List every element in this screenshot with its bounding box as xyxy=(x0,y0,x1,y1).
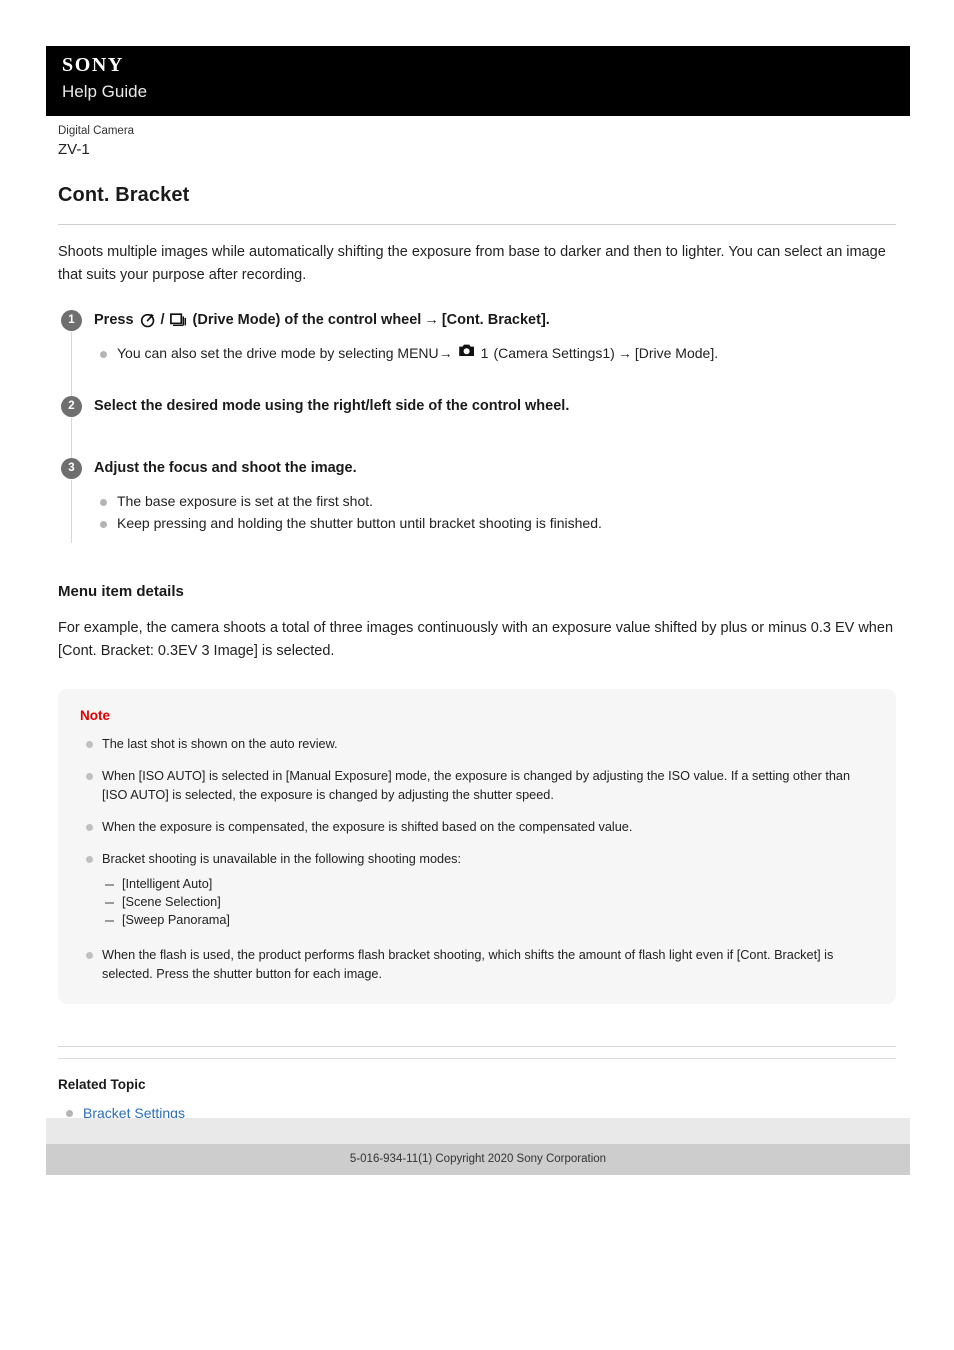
step-3-body: The base exposure is set at the first sh… xyxy=(94,491,896,534)
step-1-title-pre: Press xyxy=(94,312,134,328)
list-item: [Sweep Panorama] xyxy=(102,911,874,929)
step-1-icon-separator: / xyxy=(160,312,165,328)
page-title: Cont. Bracket xyxy=(58,184,190,206)
step-1-bullet-post: (Camera Settings1) xyxy=(493,345,615,361)
note-item-3: When the exposure is compensated, the ex… xyxy=(102,820,633,834)
divider-bottom xyxy=(58,1058,896,1059)
menu-details-paragraph: For example, the camera shoots a total o… xyxy=(58,620,894,659)
title-divider xyxy=(58,224,896,225)
note-sub-items: [Intelligent Auto] [Scene Selection] [Sw… xyxy=(102,875,874,929)
note-item-4: Bracket shooting is unavailable in the f… xyxy=(102,852,461,866)
footer-upper-band xyxy=(46,1118,910,1144)
arrow-icon: → xyxy=(617,345,632,361)
list-item: You can also set the drive mode by selec… xyxy=(94,343,896,364)
product-model: ZV-1 xyxy=(58,141,90,158)
note-item-1: The last shot is shown on the auto revie… xyxy=(102,737,338,751)
menu-details-heading: Menu item details xyxy=(58,583,184,600)
step-3-title: Adjust the focus and shoot the image. xyxy=(94,460,357,476)
copyright-text: 5-016-934-11(1) Copyright 2020 Sony Corp… xyxy=(349,1153,607,1165)
note-box: Note The last shot is shown on the auto … xyxy=(58,689,896,1004)
divider-top xyxy=(58,1046,896,1047)
step-1: 1 Press / (Drive Mode) of the control wh… xyxy=(58,309,896,405)
step-1-title: Press / (Drive Mode) of the control whee… xyxy=(94,309,896,331)
step-number-badge: 2 xyxy=(61,396,82,417)
step-3-bullets: The base exposure is set at the first sh… xyxy=(94,491,896,534)
menu-number: 1 xyxy=(480,345,489,361)
list-item: When [ISO AUTO] is selected in [Manual E… xyxy=(80,767,874,805)
camera-settings-icon xyxy=(458,343,478,358)
step-3-bullet-2: Keep pressing and holding the shutter bu… xyxy=(117,515,602,531)
article-content: Cont. Bracket Shoots multiple images whi… xyxy=(58,182,896,1163)
step-3-bullet-1: The base exposure is set at the first sh… xyxy=(117,493,374,509)
list-item: Keep pressing and holding the shutter bu… xyxy=(94,513,896,534)
site-header: SONY Help Guide xyxy=(46,46,910,116)
continuous-shooting-icon xyxy=(169,312,188,328)
step-2-title: Select the desired mode using the right/… xyxy=(94,398,570,414)
arrow-icon: → xyxy=(424,312,439,328)
step-connector-line xyxy=(71,480,72,543)
step-1-body: You can also set the drive mode by selec… xyxy=(94,343,896,364)
step-1-bullets: You can also set the drive mode by selec… xyxy=(94,343,896,364)
note-sub-item-2: [Scene Selection] xyxy=(122,895,221,909)
list-item: When the exposure is compensated, the ex… xyxy=(80,818,874,837)
note-item-5: When the flash is used, the product perf… xyxy=(102,948,834,981)
step-1-title-post: [Cont. Bracket]. xyxy=(441,312,550,328)
list-item: When the flash is used, the product perf… xyxy=(80,946,874,984)
related-dividers xyxy=(58,1046,896,1059)
intro-paragraph: Shoots multiple images while automatical… xyxy=(58,244,886,283)
list-item: The base exposure is set at the first sh… xyxy=(94,491,896,512)
related-topic-heading: Related Topic xyxy=(58,1077,146,1092)
step-number-badge: 3 xyxy=(61,458,82,479)
list-item: [Scene Selection] xyxy=(102,893,874,911)
product-category: Digital Camera xyxy=(58,125,135,137)
list-item: The last shot is shown on the auto revie… xyxy=(80,735,874,754)
note-items: The last shot is shown on the auto revie… xyxy=(80,735,874,984)
list-item: [Intelligent Auto] xyxy=(102,875,874,893)
step-number-badge: 1 xyxy=(61,310,82,331)
self-timer-icon xyxy=(140,312,156,328)
help-guide-page: SONY Help Guide Digital Camera ZV-1 Cont… xyxy=(0,0,954,1350)
help-guide-label: Help Guide xyxy=(62,82,148,101)
list-item: Bracket shooting is unavailable in the f… xyxy=(80,850,874,929)
steps-list: 1 Press / (Drive Mode) of the control wh… xyxy=(58,309,896,543)
step-2: 2 Select the desired mode using the righ… xyxy=(58,395,896,467)
product-info: Digital Camera ZV-1 xyxy=(58,124,558,160)
step-1-bullet-pre: You can also set the drive mode by selec… xyxy=(117,345,453,361)
note-sub-item-3: [Sweep Panorama] xyxy=(122,913,230,927)
note-sub-item-1: [Intelligent Auto] xyxy=(122,877,213,891)
note-item-2: When [ISO AUTO] is selected in [Manual E… xyxy=(102,769,851,802)
step-1-bullet-tail: [Drive Mode]. xyxy=(634,345,719,361)
footer-lower-band: 5-016-934-11(1) Copyright 2020 Sony Corp… xyxy=(46,1144,910,1175)
step-1-title-mid: (Drive Mode) of the control wheel xyxy=(192,312,422,328)
note-heading: Note xyxy=(80,708,110,723)
step-3: 3 Adjust the focus and shoot the image. … xyxy=(58,457,896,543)
sony-logo: SONY xyxy=(62,54,124,76)
